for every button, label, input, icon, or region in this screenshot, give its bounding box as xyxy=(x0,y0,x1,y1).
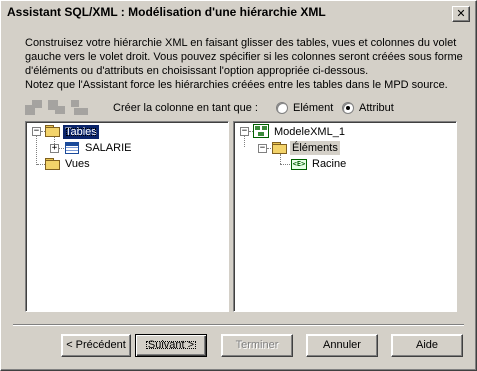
separator xyxy=(13,324,464,326)
source-tree-panel[interactable]: − Tables + SALARIE Vues xyxy=(25,121,229,312)
close-button[interactable]: ✕ xyxy=(452,6,470,22)
delete-node-icon[interactable] xyxy=(71,100,88,115)
instructions-line-3: d'éléments ou d'attributs en choisissant… xyxy=(25,65,369,77)
radio-selected-dot xyxy=(346,106,350,110)
instructions-line-1: Construisez votre hiérarchie XML en fais… xyxy=(25,37,457,49)
collapse-elements-icon[interactable]: − xyxy=(258,144,267,153)
help-button[interactable]: Aide xyxy=(391,334,463,357)
close-icon: ✕ xyxy=(456,7,466,20)
next-button[interactable]: Suivant > xyxy=(135,334,207,357)
window-title: Assistant SQL/XML : Modélisation d'une h… xyxy=(7,5,326,19)
model-label: ModeleXML_1 xyxy=(274,126,345,138)
instructions-line-4: Notez que l'Assistant force les hiérarch… xyxy=(25,79,448,91)
xml-element-icon: <E> xyxy=(291,159,307,170)
title-bar: Assistant SQL/XML : Modélisation d'une h… xyxy=(4,4,473,22)
instructions-line-2: gauche vers le volet droit. Vous pouvez … xyxy=(25,51,463,63)
wizard-dialog: Assistant SQL/XML : Modélisation d'une h… xyxy=(0,0,477,371)
cancel-button[interactable]: Annuler xyxy=(306,334,378,357)
create-column-label: Créer la colonne en tant que : xyxy=(113,102,258,114)
finish-button[interactable]: Terminer xyxy=(221,334,293,357)
collapse-tables-icon[interactable]: − xyxy=(32,127,41,136)
folder-icon xyxy=(45,158,61,170)
attribute-radio-label[interactable]: Attribut xyxy=(359,102,394,114)
instructions-text: Construisez votre hiérarchie XML en fais… xyxy=(25,36,463,92)
elements-label: Éléments xyxy=(290,141,340,155)
element-radio[interactable] xyxy=(276,102,288,114)
collapse-model-icon[interactable]: − xyxy=(240,127,249,136)
tables-label: Tables xyxy=(63,125,99,139)
folder-icon xyxy=(45,125,61,137)
next-button-label: Suivant > xyxy=(143,338,199,352)
xml-model-icon xyxy=(253,124,269,138)
element-radio-label[interactable]: Elément xyxy=(293,102,333,114)
expand-salarie-icon[interactable]: + xyxy=(50,144,59,153)
views-label: Vues xyxy=(65,158,90,170)
move-down-icon[interactable] xyxy=(48,100,65,115)
previous-button[interactable]: < Précédent xyxy=(61,334,131,357)
table-icon xyxy=(65,142,79,154)
attribute-radio[interactable] xyxy=(342,102,354,114)
folder-icon xyxy=(272,142,288,154)
xml-hierarchy-panel[interactable]: − ModeleXML_1 − Éléments <E> Racine xyxy=(233,121,457,312)
move-up-icon[interactable] xyxy=(25,100,42,115)
racine-label: Racine xyxy=(312,158,347,170)
salarie-label: SALARIE xyxy=(85,142,132,154)
